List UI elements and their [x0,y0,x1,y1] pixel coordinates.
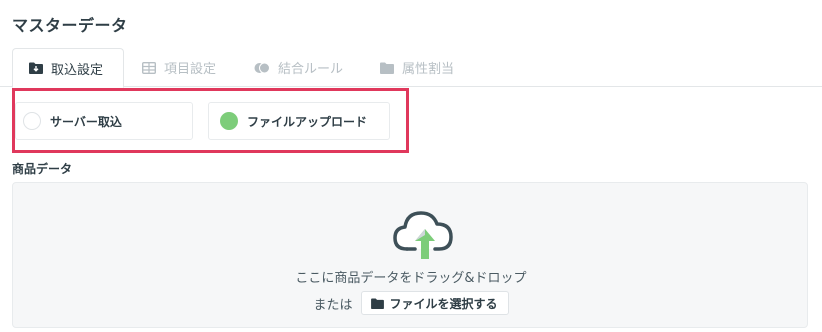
or-label: または [313,297,353,313]
dropzone-actions: または ファイルを選択する [13,291,809,315]
tab-label: 属性割当 [402,62,455,77]
select-file-label: ファイルを選択する [389,296,498,311]
tab-attribute-assignment[interactable]: 属性割当 [364,48,470,87]
tab-bar: 取込設定 項目設定 結合ルール 属性割当 [0,48,822,88]
tab-import-settings[interactable]: 取込設定 [12,48,124,88]
tab-label: 結合ルール [278,62,344,77]
merge-icon [254,62,270,73]
page-title: マスターデータ [12,16,128,35]
tab-merge-rules[interactable]: 結合ルール [238,48,359,87]
select-file-button[interactable]: ファイルを選択する [360,291,509,315]
folder-icon [380,62,394,74]
radio-server-import[interactable]: サーバー取込 [15,102,193,140]
tab-label: 取込設定 [51,62,104,78]
radio-label: サーバー取込 [50,114,122,129]
radio-circle-checked [220,112,238,130]
radio-circle [23,112,41,130]
radio-file-upload[interactable]: ファイルアップロード [208,102,390,140]
section-title: 商品データ [12,162,73,176]
cloud-upload-icon [393,211,453,259]
radio-label: ファイルアップロード [247,114,368,129]
folder-icon [370,297,384,309]
tab-field-settings[interactable]: 項目設定 [126,48,232,87]
import-folder-icon [29,62,43,74]
file-dropzone[interactable]: ここに商品データをドラッグ&ドロップ または ファイルを選択する [12,182,808,328]
tab-label: 項目設定 [164,62,217,77]
table-icon [142,61,156,74]
dropzone-instruction: ここに商品データをドラッグ&ドロップ [295,271,527,286]
